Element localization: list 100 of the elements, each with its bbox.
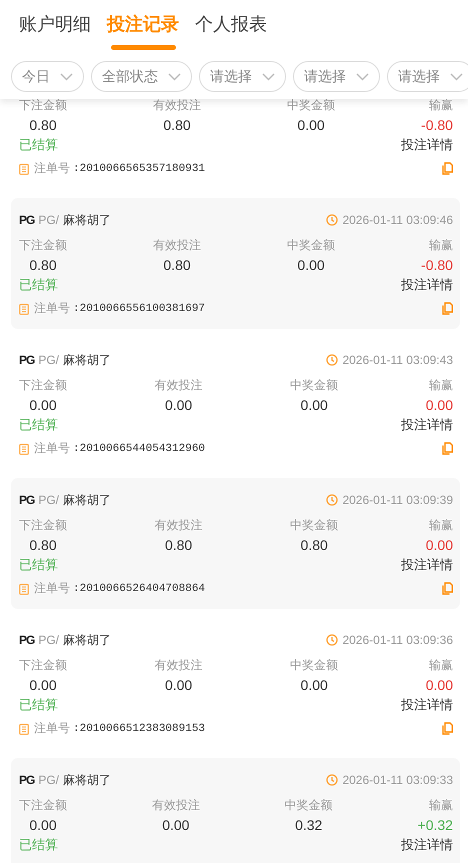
order-number: :2010066556100381697: [73, 302, 206, 314]
amount-label: 中奖金额: [290, 377, 338, 394]
settled-status: 已结算: [19, 696, 58, 714]
tab[interactable]: 账户明细: [19, 10, 91, 56]
game-name: 麻将胡了: [63, 212, 112, 228]
amount-value: 0.80: [29, 256, 57, 275]
game-name: 麻将胡了: [63, 492, 112, 508]
order-number-label: 注单号: [34, 440, 70, 457]
amount-value: 0.80: [29, 116, 57, 135]
amount-value: 0.00: [164, 676, 192, 695]
provider-logo: PG: [19, 213, 34, 227]
bet-details-link[interactable]: 投注详情: [401, 416, 453, 434]
amount-value: 0.80: [29, 536, 57, 555]
tab[interactable]: 个人报表: [195, 10, 267, 56]
clock-icon: [326, 774, 338, 786]
order-number: :2010066526404708864: [73, 582, 206, 594]
tab-underline: [110, 45, 176, 50]
settled-status: 已结算: [19, 276, 58, 294]
amount-value: 0.00: [426, 536, 453, 555]
bet-time: 2026-01-11 03:09:36: [342, 633, 453, 647]
provider-logo: PG: [19, 353, 34, 367]
bet-details-link[interactable]: 投注详情: [401, 276, 453, 294]
bet-details-link[interactable]: 投注详情: [401, 136, 453, 154]
game-name: 麻将胡了: [63, 632, 112, 648]
copy-icon[interactable]: [442, 162, 453, 175]
settled-status: 已结算: [19, 836, 58, 854]
clipboard-icon: [19, 302, 29, 314]
amount-value: 0.00: [164, 396, 192, 415]
amount-value: +0.32: [418, 816, 453, 835]
amount-label: 输赢: [428, 237, 453, 254]
provider-logo: PG: [19, 633, 34, 647]
copy-icon[interactable]: [442, 302, 453, 315]
provider-name: PG/: [38, 493, 60, 507]
filter-dropdown[interactable]: 请选择: [387, 61, 468, 92]
amount-value: -0.80: [421, 256, 453, 275]
filter-dropdown[interactable]: 全部状态: [91, 61, 192, 92]
amount-value: 0.00: [297, 256, 325, 275]
game-name: 麻将胡了: [63, 352, 112, 368]
amount-value: 0.80: [164, 536, 192, 555]
filter-dropdown[interactable]: 请选择: [293, 61, 380, 92]
chevron-down-icon: [168, 72, 181, 80]
order-number: :2010066544054312960: [73, 442, 206, 454]
chevron-down-icon: [450, 72, 463, 80]
clipboard-icon: [19, 722, 29, 734]
amount-label: 输赢: [428, 99, 453, 114]
amount-label: 输赢: [428, 797, 453, 814]
amount-label: 有效投注: [154, 517, 203, 534]
clock-icon: [326, 354, 338, 366]
amount-label: 下注金额: [19, 797, 67, 814]
amount-value: 0.00: [297, 116, 325, 135]
amount-label: 输赢: [428, 377, 453, 394]
amount-value: 0.00: [426, 676, 453, 695]
bet-time: 2026-01-11 03:09:43: [342, 353, 453, 367]
copy-icon[interactable]: [442, 582, 453, 595]
amount-value: -0.80: [421, 116, 453, 135]
filter-dropdown[interactable]: 今日: [11, 61, 84, 92]
clipboard-icon: [19, 582, 29, 594]
copy-icon[interactable]: [442, 442, 453, 455]
settled-status: 已结算: [19, 136, 58, 154]
amount-value: 0.00: [29, 676, 57, 695]
amount-value: 0.80: [300, 536, 328, 555]
clock-icon: [326, 214, 338, 226]
order-number-label: 注单号: [34, 160, 70, 177]
amount-value: 0.00: [426, 396, 453, 415]
amount-label: 输赢: [428, 517, 453, 534]
amount-label: 下注金额: [19, 377, 67, 394]
amount-value: 0.00: [300, 676, 328, 695]
amount-label: 中奖金额: [287, 237, 336, 254]
bet-time: 2026-01-11 03:09:33: [342, 773, 453, 787]
bet-details-link[interactable]: 投注详情: [401, 836, 453, 854]
chevron-down-icon: [60, 72, 73, 80]
clipboard-icon: [19, 162, 29, 174]
provider-logo: PG: [19, 493, 34, 507]
filter-dropdown[interactable]: 请选择: [199, 61, 286, 92]
amount-label: 中奖金额: [287, 99, 336, 114]
amount-label: 有效投注: [152, 797, 200, 814]
bet-time: 2026-01-11 03:09:46: [342, 213, 453, 227]
settled-status: 已结算: [19, 416, 58, 434]
amount-label: 下注金额: [19, 657, 67, 674]
provider-logo: PG: [19, 773, 34, 787]
game-name: 麻将胡了: [63, 772, 112, 788]
amount-label: 有效投注: [154, 657, 203, 674]
amount-value: 0.80: [163, 116, 191, 135]
bet-details-link[interactable]: 投注详情: [401, 696, 453, 714]
amount-label: 下注金额: [19, 237, 67, 254]
amount-label: 输赢: [428, 657, 453, 674]
copy-icon[interactable]: [442, 722, 453, 735]
chevron-down-icon: [356, 72, 369, 80]
bet-details-link[interactable]: 投注详情: [401, 556, 453, 574]
chevron-down-icon: [262, 72, 275, 80]
amount-label: 中奖金额: [290, 657, 338, 674]
amount-label: 有效投注: [153, 99, 202, 114]
bet-time: 2026-01-11 03:09:39: [342, 493, 453, 507]
clock-icon: [326, 494, 338, 506]
provider-name: PG/: [38, 213, 60, 227]
clock-icon: [326, 634, 338, 646]
order-number-label: 注单号: [34, 580, 70, 597]
amount-value: 0.80: [163, 256, 191, 275]
amount-label: 有效投注: [154, 377, 203, 394]
amount-label: 有效投注: [153, 237, 202, 254]
